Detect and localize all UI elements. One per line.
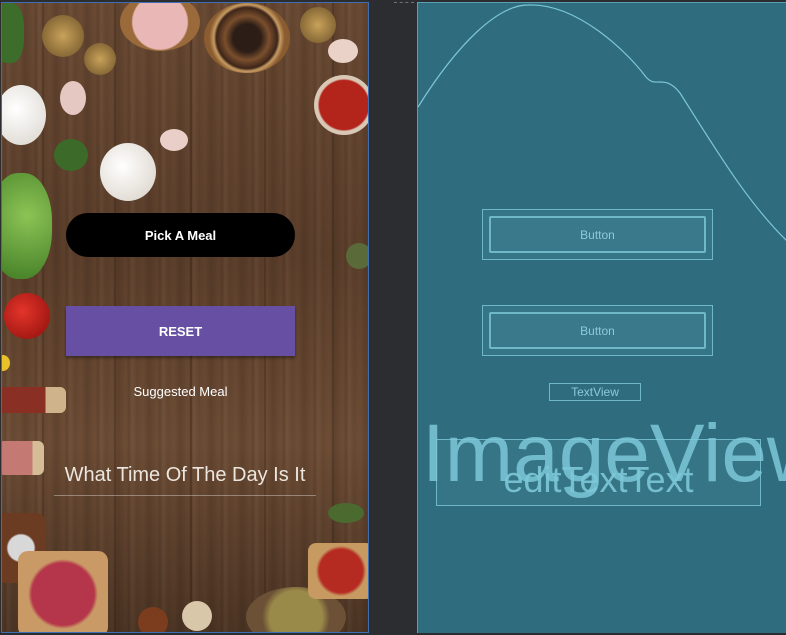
garlic-clove-decoration [60, 81, 86, 115]
blueprint-button-2-label: Button [489, 312, 706, 349]
blueprint-button-1-label: Button [489, 216, 706, 253]
herb-decoration [54, 139, 88, 171]
star-anise-decoration [138, 607, 168, 632]
brass-weight-decoration [42, 15, 84, 57]
gutter-dotted-line [394, 2, 414, 3]
chili-scoop-decoration [308, 543, 368, 599]
time-of-day-input[interactable] [54, 455, 316, 496]
blueprint-button-2[interactable]: Button [482, 305, 713, 356]
brass-weight-decoration [300, 7, 336, 43]
blueprint-imageview[interactable]: ImageView [422, 413, 786, 495]
paprika-bowl-decoration [314, 75, 368, 135]
blueprint-panel: Button Button TextView editTextText Imag… [417, 2, 786, 633]
design-preview-panel: Pick A Meal RESET Suggested Meal [1, 2, 369, 633]
yellow-pepper-decoration [2, 355, 10, 371]
panel-gutter [370, 0, 417, 635]
spice-jar-decoration [2, 441, 44, 475]
blueprint-button-1[interactable]: Button [482, 209, 713, 260]
curve-path [418, 4, 786, 241]
blueprint-textview[interactable]: TextView [549, 383, 641, 401]
garlic-decoration [100, 143, 156, 201]
herb-decoration [346, 243, 368, 269]
garlic-decoration [2, 85, 46, 145]
reset-button[interactable]: RESET [66, 306, 295, 356]
herb-decoration [328, 503, 364, 523]
garlic-clove-decoration [328, 39, 358, 63]
lettuce-decoration [2, 173, 52, 279]
pick-a-meal-button[interactable]: Pick A Meal [66, 213, 295, 257]
brass-weight-decoration [84, 43, 116, 75]
peppercorn-bowl-decoration [204, 3, 290, 73]
pink-peppercorn-scoop-decoration [18, 551, 108, 632]
herb-decoration [2, 3, 24, 63]
chili-pepper-decoration [4, 293, 50, 339]
spice-jar-decoration [2, 387, 66, 413]
garlic-clove-decoration [160, 129, 188, 151]
star-anise-decoration [182, 601, 212, 631]
suggested-meal-label: Suggested Meal [133, 384, 228, 399]
salt-bowl-decoration [120, 3, 200, 51]
